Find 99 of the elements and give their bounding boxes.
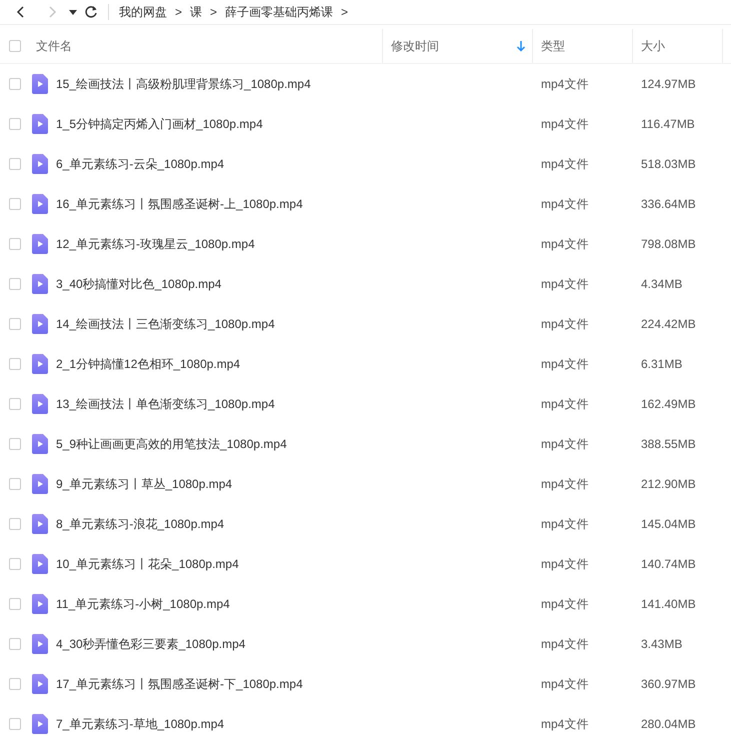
video-file-icon <box>32 514 48 534</box>
file-size: 6.31MB <box>640 357 684 371</box>
sort-descending-icon <box>516 40 526 52</box>
file-type: mp4文件 <box>540 276 590 292</box>
row-checkbox[interactable] <box>9 318 21 330</box>
breadcrumb-link[interactable]: 课 <box>190 4 202 20</box>
file-type: mp4文件 <box>540 636 590 652</box>
row-checkbox[interactable] <box>9 278 21 290</box>
file-name[interactable]: 6_单元素练习-云朵_1080p.mp4 <box>56 156 224 172</box>
file-type: mp4文件 <box>540 476 590 492</box>
file-name[interactable]: 12_单元素练习-玫瑰星云_1080p.mp4 <box>56 236 255 252</box>
file-name[interactable]: 2_1分钟搞懂12色相环_1080p.mp4 <box>56 356 240 372</box>
file-size: 518.03MB <box>640 157 697 171</box>
video-file-icon <box>32 554 48 574</box>
breadcrumb-link[interactable]: 我的网盘 <box>119 4 167 20</box>
file-size: 162.49MB <box>640 397 697 411</box>
file-type: mp4文件 <box>540 156 590 172</box>
breadcrumb-link[interactable]: 薛子画零基础丙烯课 <box>225 4 334 20</box>
column-header[interactable]: 修改时间 <box>383 29 533 63</box>
file-type: mp4文件 <box>540 716 590 732</box>
file-size: 141.40MB <box>640 597 697 611</box>
row-checkbox[interactable] <box>9 238 21 250</box>
file-name[interactable]: 10_单元素练习丨花朵_1080p.mp4 <box>56 556 239 572</box>
file-name[interactable]: 8_单元素练习-浪花_1080p.mp4 <box>56 516 224 532</box>
file-name[interactable]: 15_绘画技法丨高级粉肌理背景练习_1080p.mp4 <box>56 76 311 92</box>
file-size: 798.08MB <box>640 237 697 251</box>
file-type: mp4文件 <box>540 516 590 532</box>
select-all-checkbox[interactable] <box>9 40 21 52</box>
file-type: mp4文件 <box>540 396 590 412</box>
file-size: 116.47MB <box>640 117 696 131</box>
file-size: 224.42MB <box>640 317 697 331</box>
breadcrumb-separator: > <box>341 5 348 19</box>
video-file-icon <box>32 594 48 614</box>
file-name[interactable]: 4_30秒弄懂色彩三要素_1080p.mp4 <box>56 636 246 652</box>
file-name[interactable]: 14_绘画技法丨三色渐变练习_1080p.mp4 <box>56 316 275 332</box>
row-checkbox[interactable] <box>9 598 21 610</box>
video-file-icon <box>32 274 48 294</box>
file-name[interactable]: 7_单元素练习-草地_1080p.mp4 <box>56 716 224 732</box>
file-type: mp4文件 <box>540 196 590 212</box>
file-size: 145.04MB <box>640 517 697 531</box>
refresh-icon[interactable] <box>84 5 98 19</box>
file-type: mp4文件 <box>540 76 590 92</box>
file-type: mp4文件 <box>540 436 590 452</box>
file-size: 336.64MB <box>640 197 697 211</box>
video-file-icon <box>32 394 48 414</box>
breadcrumb-separator: > <box>210 5 218 19</box>
file-type: mp4文件 <box>540 236 590 252</box>
file-name[interactable]: 16_单元素练习丨氛围感圣诞树-上_1080p.mp4 <box>56 196 303 212</box>
row-checkbox[interactable] <box>9 198 21 210</box>
breadcrumb-separator: > <box>175 5 182 19</box>
video-file-icon <box>32 354 48 374</box>
row-checkbox[interactable] <box>9 438 21 450</box>
row-checkbox[interactable] <box>9 558 21 570</box>
file-size: 124.97MB <box>640 77 697 91</box>
row-checkbox[interactable] <box>9 358 21 370</box>
dropdown-caret-icon[interactable] <box>68 7 78 17</box>
video-file-icon <box>32 74 48 94</box>
row-checkbox[interactable] <box>9 118 21 130</box>
file-size: 280.04MB <box>640 717 697 731</box>
video-file-icon <box>32 434 48 454</box>
file-size: 388.55MB <box>640 437 697 451</box>
video-file-icon <box>32 234 48 254</box>
row-checkbox[interactable] <box>9 478 21 490</box>
row-checkbox[interactable] <box>9 158 21 170</box>
file-type: mp4文件 <box>540 676 590 692</box>
file-name[interactable]: 3_40秒搞懂对比色_1080p.mp4 <box>56 276 222 292</box>
column-header[interactable]: 文件名 <box>28 29 383 63</box>
video-file-icon <box>32 714 48 734</box>
file-size: 360.97MB <box>640 677 697 691</box>
row-checkbox[interactable] <box>9 678 21 690</box>
row-checkbox[interactable] <box>9 638 21 650</box>
file-name[interactable]: 5_9种让画画更高效的用笔技法_1080p.mp4 <box>56 436 287 452</box>
row-checkbox[interactable] <box>9 398 21 410</box>
file-type: mp4文件 <box>540 556 590 572</box>
video-file-icon <box>32 114 48 134</box>
video-file-icon <box>32 314 48 334</box>
file-type: mp4文件 <box>540 356 590 372</box>
file-size: 3.43MB <box>640 637 684 651</box>
file-type: mp4文件 <box>540 596 590 612</box>
file-type: mp4文件 <box>540 116 590 132</box>
file-name[interactable]: 11_单元素练习-小树_1080p.mp4 <box>56 596 230 612</box>
column-header[interactable]: 大小 <box>633 29 723 63</box>
video-file-icon <box>32 674 48 694</box>
file-type: mp4文件 <box>540 316 590 332</box>
file-size: 212.90MB <box>640 477 697 491</box>
row-checkbox[interactable] <box>9 718 21 730</box>
video-file-icon <box>32 474 48 494</box>
file-size: 140.74MB <box>640 557 697 571</box>
file-name[interactable]: 13_绘画技法丨单色渐变练习_1080p.mp4 <box>56 396 275 412</box>
file-name[interactable]: 1_5分钟搞定丙烯入门画材_1080p.mp4 <box>56 116 263 132</box>
file-name[interactable]: 17_单元素练习丨氛围感圣诞树-下_1080p.mp4 <box>56 676 303 692</box>
row-checkbox[interactable] <box>9 518 21 530</box>
column-header[interactable]: 类型 <box>533 29 633 63</box>
video-file-icon <box>32 634 48 654</box>
file-name[interactable]: 9_单元素练习丨草丛_1080p.mp4 <box>56 476 232 492</box>
row-checkbox[interactable] <box>9 78 21 90</box>
video-file-icon <box>32 154 48 174</box>
file-size: 4.34MB <box>640 277 684 291</box>
video-file-icon <box>32 194 48 214</box>
